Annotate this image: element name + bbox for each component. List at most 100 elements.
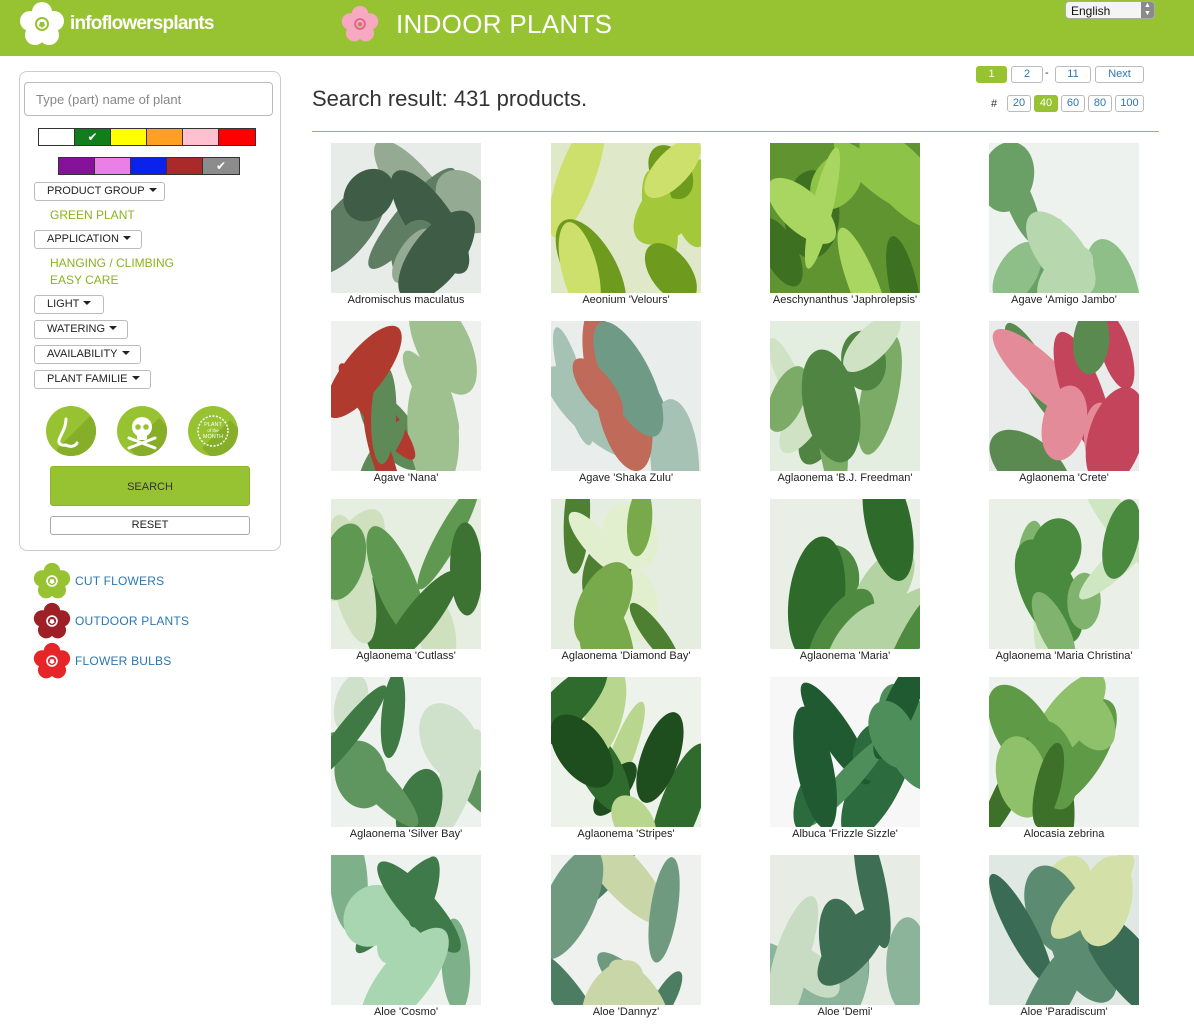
- product-image[interactable]: [770, 321, 920, 471]
- language-select[interactable]: English ▲ ▼: [1065, 1, 1155, 19]
- availability-label: AVAILABILITY: [47, 348, 118, 360]
- plant-photo-icon: [770, 499, 920, 649]
- per-page-100[interactable]: 100: [1115, 95, 1144, 112]
- product-name[interactable]: Agave 'Nana': [296, 472, 516, 484]
- product-name[interactable]: Aglaonema 'Diamond Bay': [516, 650, 736, 662]
- per-page-40[interactable]: 40: [1034, 95, 1058, 112]
- product-image[interactable]: [551, 499, 701, 649]
- per-page-80[interactable]: 80: [1088, 95, 1112, 112]
- page-2-button[interactable]: 2: [1011, 66, 1043, 83]
- page-11-button[interactable]: 11: [1055, 66, 1091, 83]
- product-image[interactable]: [551, 321, 701, 471]
- color-swatch-yellow[interactable]: [111, 129, 147, 145]
- product-image[interactable]: [331, 499, 481, 649]
- plant-of-the-month-filter-button[interactable]: PLANT of the MONTH: [188, 406, 238, 456]
- plant-search-input[interactable]: [24, 82, 273, 116]
- nav-flower-bulbs[interactable]: FLOWER BULBS: [32, 642, 172, 679]
- search-button[interactable]: SEARCH: [50, 466, 250, 506]
- product-image[interactable]: [331, 321, 481, 471]
- site-logo[interactable]: infoflowersplants: [18, 2, 215, 46]
- nav-outdoor-plants[interactable]: OUTDOOR PLANTS: [32, 602, 189, 639]
- selected-application-hanging[interactable]: HANGING / CLIMBING: [50, 256, 174, 270]
- product-name[interactable]: Agave 'Amigo Jambo': [954, 294, 1174, 306]
- product-name[interactable]: Aloe 'Cosmo': [296, 1006, 516, 1018]
- color-swatch-green[interactable]: ✔: [75, 129, 111, 145]
- section-header: INDOOR PLANTS: [340, 4, 612, 44]
- product-image[interactable]: [989, 677, 1139, 827]
- product-name[interactable]: Aglaonema 'Cutlass': [296, 650, 516, 662]
- color-swatch-grey[interactable]: ✔: [203, 158, 239, 174]
- product-name[interactable]: Aglaonema 'Silver Bay': [296, 828, 516, 840]
- color-swatch-orange[interactable]: [147, 129, 183, 145]
- product-image[interactable]: [989, 499, 1139, 649]
- product-group-dropdown[interactable]: PRODUCT GROUP: [34, 182, 165, 201]
- product-name[interactable]: Aloe 'Dannyz': [516, 1006, 736, 1018]
- product-name[interactable]: Aglaonema 'B.J. Freedman': [735, 472, 955, 484]
- color-swatches-row-1: ✔: [38, 128, 256, 146]
- light-dropdown[interactable]: LIGHT: [34, 295, 104, 314]
- product-image[interactable]: [331, 855, 481, 1005]
- caret-down-icon: [122, 236, 131, 240]
- toxic-filter-button[interactable]: [117, 406, 167, 456]
- watering-label: WATERING: [47, 323, 106, 335]
- product-image[interactable]: [331, 677, 481, 827]
- product-name[interactable]: Aglaonema 'Maria': [735, 650, 955, 662]
- product-image[interactable]: [551, 855, 701, 1005]
- color-swatch-brown[interactable]: [167, 158, 203, 174]
- plant-photo-icon: [770, 677, 920, 827]
- product-name[interactable]: Aglaonema 'Crete': [954, 472, 1174, 484]
- per-page-60[interactable]: 60: [1061, 95, 1085, 112]
- light-label: LIGHT: [47, 298, 80, 310]
- color-swatch-red[interactable]: [219, 129, 255, 145]
- color-swatch-pink[interactable]: [183, 129, 219, 145]
- color-swatch-lilac[interactable]: [95, 158, 131, 174]
- product-image[interactable]: [989, 143, 1139, 293]
- select-arrows-icon: ▲ ▼: [1141, 2, 1154, 18]
- fragrance-filter-button[interactable]: [46, 406, 96, 456]
- product-group-label: PRODUCT GROUP: [47, 185, 145, 197]
- per-page-20[interactable]: 20: [1007, 95, 1031, 112]
- product-image[interactable]: [551, 677, 701, 827]
- product-image[interactable]: [989, 855, 1139, 1005]
- check-icon: ✔: [215, 159, 227, 173]
- product-name[interactable]: Albuca 'Frizzle Sizzle': [735, 828, 955, 840]
- plant-photo-icon: [989, 143, 1139, 293]
- selected-product-group[interactable]: GREEN PLANT: [50, 208, 135, 222]
- nav-cut-flowers[interactable]: CUT FLOWERS: [32, 562, 164, 599]
- color-swatch-white[interactable]: [39, 129, 75, 145]
- next-page-button[interactable]: Next: [1095, 66, 1144, 83]
- product-image[interactable]: [989, 321, 1139, 471]
- watering-dropdown[interactable]: WATERING: [34, 320, 128, 339]
- product-name[interactable]: Aeschynanthus 'Japhrolepsis': [735, 294, 955, 306]
- page-1-button[interactable]: 1: [976, 66, 1007, 83]
- product-name[interactable]: Aloe 'Demi': [735, 1006, 955, 1018]
- plant-familie-dropdown[interactable]: PLANT FAMILIE: [34, 370, 151, 389]
- check-icon: ✔: [87, 130, 98, 144]
- availability-dropdown[interactable]: AVAILABILITY: [34, 345, 141, 364]
- product-name[interactable]: Agave 'Shaka Zulu': [516, 472, 736, 484]
- application-dropdown[interactable]: APPLICATION: [34, 230, 142, 249]
- color-swatch-purple[interactable]: [59, 158, 95, 174]
- badge-line-3: MONTH: [203, 434, 223, 440]
- plant-photo-icon: [551, 499, 701, 649]
- nav-flower-bulbs-label: FLOWER BULBS: [75, 654, 172, 668]
- plant-photo-icon: [551, 855, 701, 1005]
- product-name[interactable]: Aglaonema 'Maria Christina': [954, 650, 1174, 662]
- flower-logo-icon: [20, 2, 64, 45]
- product-image[interactable]: [551, 143, 701, 293]
- product-name[interactable]: Aeonium 'Velours': [516, 294, 736, 306]
- product-name[interactable]: Adromischus maculatus: [296, 294, 516, 306]
- product-image[interactable]: [770, 677, 920, 827]
- product-name[interactable]: Aloe 'Paradiscum': [954, 1006, 1174, 1018]
- reset-button[interactable]: RESET: [50, 516, 250, 535]
- product-name[interactable]: Aglaonema 'Stripes': [516, 828, 736, 840]
- nose-icon: [56, 416, 96, 456]
- pink-flower-icon: [341, 5, 379, 42]
- product-name[interactable]: Alocasia zebrina: [954, 828, 1174, 840]
- product-image[interactable]: [770, 143, 920, 293]
- product-image[interactable]: [331, 143, 481, 293]
- color-swatch-blue[interactable]: [131, 158, 167, 174]
- selected-application-easy-care[interactable]: EASY CARE: [50, 273, 118, 287]
- product-image[interactable]: [770, 855, 920, 1005]
- product-image[interactable]: [770, 499, 920, 649]
